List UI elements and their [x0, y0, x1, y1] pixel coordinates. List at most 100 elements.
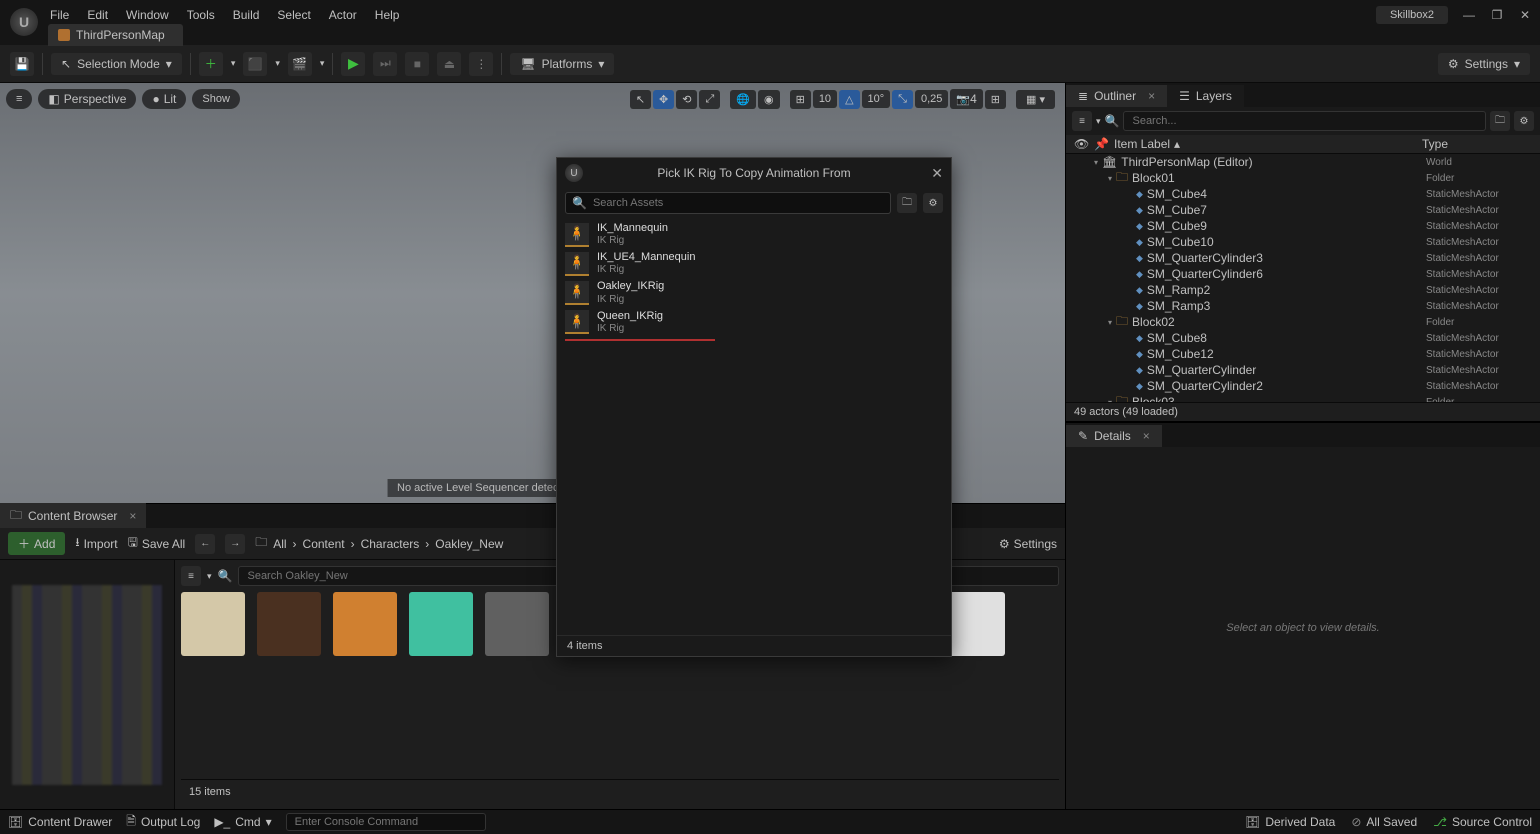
save-button[interactable]: 💾: [10, 52, 34, 76]
play-options-button[interactable]: ⋮: [469, 52, 493, 76]
tree-row[interactable]: ◆SM_QuarterCylinder6StaticMeshActor: [1066, 266, 1540, 282]
menu-tools[interactable]: Tools: [187, 8, 215, 22]
save-all-button[interactable]: 🖫 Save All: [128, 533, 186, 554]
browse-folder-button[interactable]: 🗀: [897, 193, 917, 213]
rig-item[interactable]: 🧍IK_MannequinIK Rig: [561, 220, 947, 249]
filter-button[interactable]: ≡: [181, 566, 201, 586]
output-log-button[interactable]: 🗎 Output Log: [126, 812, 200, 833]
blueprint-button[interactable]: ⬛: [243, 52, 267, 76]
chevron-down-icon[interactable]: ▾: [207, 571, 212, 582]
cinematics-button[interactable]: 🎬: [288, 52, 312, 76]
asset-item[interactable]: [257, 592, 321, 680]
asset-settings-button[interactable]: ⚙: [923, 193, 943, 213]
import-button[interactable]: ⭳ Import: [75, 533, 117, 554]
tree-row[interactable]: ◆SM_Cube8StaticMeshActor: [1066, 330, 1540, 346]
menu-build[interactable]: Build: [233, 8, 260, 22]
cb-settings-button[interactable]: ⚙ Settings: [999, 537, 1057, 551]
tree-row[interactable]: ▾🗀Block02Folder: [1066, 314, 1540, 330]
select-tool[interactable]: ↖: [630, 90, 651, 109]
asset-item[interactable]: [409, 592, 473, 680]
platforms-dropdown[interactable]: 🖥 Platforms ▾: [510, 53, 614, 75]
visibility-column-icon[interactable]: 👁: [1074, 137, 1094, 151]
perspective-dropdown[interactable]: ◧ Perspective: [38, 89, 136, 109]
source-tree-panel[interactable]: [0, 560, 175, 809]
translate-tool[interactable]: ✥: [653, 90, 674, 109]
asset-search-input[interactable]: [593, 197, 884, 209]
close-icon[interactable]: ✕: [1518, 8, 1532, 22]
grid-snap-toggle[interactable]: ⊞: [790, 90, 811, 109]
chevron-down-icon[interactable]: ▾: [231, 58, 236, 69]
tab-layers[interactable]: ☰ Layers: [1167, 85, 1244, 107]
eject-button[interactable]: ⏏: [437, 52, 461, 76]
tab-details[interactable]: ✎ Details ×: [1066, 425, 1162, 447]
menu-select[interactable]: Select: [277, 8, 310, 22]
source-control-button[interactable]: ⎇ Source Control: [1433, 815, 1532, 829]
crumb-content[interactable]: Content: [303, 537, 345, 551]
add-button[interactable]: ＋ Add: [8, 532, 65, 555]
user-badge[interactable]: Skillbox2: [1376, 6, 1448, 24]
close-tab-icon[interactable]: ×: [1143, 429, 1150, 443]
crumb-characters[interactable]: Characters: [361, 537, 420, 551]
scale-tool[interactable]: ⤢: [699, 90, 720, 109]
rig-item[interactable]: 🧍Oakley_IKRigIK Rig: [561, 278, 947, 307]
maximize-icon[interactable]: ❐: [1490, 8, 1504, 22]
menu-file[interactable]: File: [50, 8, 69, 22]
lit-dropdown[interactable]: ● Lit: [142, 89, 186, 109]
surface-snap-toggle[interactable]: ◉: [758, 90, 780, 109]
outliner-filter-button[interactable]: ≡: [1072, 111, 1092, 131]
menu-actor[interactable]: Actor: [329, 8, 357, 22]
tree-row[interactable]: ◆SM_QuarterCylinderStaticMeshActor: [1066, 362, 1540, 378]
expand-icon[interactable]: ▾: [1108, 318, 1112, 327]
content-drawer-button[interactable]: 🗄 Content Drawer: [8, 815, 112, 829]
menu-help[interactable]: Help: [375, 8, 400, 22]
history-back-button[interactable]: ←: [195, 534, 215, 554]
outliner-settings-button[interactable]: ⚙: [1514, 111, 1534, 131]
scale-snap-toggle[interactable]: ⤡: [892, 90, 913, 109]
rig-item[interactable]: 🧍Queen_IKRigIK Rig: [561, 308, 947, 337]
asset-item[interactable]: [485, 592, 549, 680]
console-command-input[interactable]: [286, 813, 486, 831]
grid-snap-value[interactable]: 10: [813, 90, 837, 108]
show-dropdown[interactable]: Show: [192, 89, 240, 109]
tree-row[interactable]: ◆SM_Ramp2StaticMeshActor: [1066, 282, 1540, 298]
skip-button[interactable]: ⏭: [373, 52, 397, 76]
pin-column-icon[interactable]: 📌: [1094, 137, 1114, 151]
chevron-down-icon[interactable]: ▾: [1096, 116, 1101, 127]
new-folder-button[interactable]: 🗀: [1490, 111, 1510, 131]
dialog-titlebar[interactable]: U Pick IK Rig To Copy Animation From ✕: [557, 158, 951, 188]
history-fwd-button[interactable]: →: [225, 534, 245, 554]
tree-row[interactable]: ◆SM_Cube12StaticMeshActor: [1066, 346, 1540, 362]
tree-row[interactable]: ◆SM_Cube10StaticMeshActor: [1066, 234, 1540, 250]
viewport-layout-button[interactable]: ⊞: [985, 90, 1006, 109]
viewport-options-button[interactable]: ≡: [6, 89, 32, 109]
tree-row[interactable]: ◆SM_Cube4StaticMeshActor: [1066, 186, 1540, 202]
asset-item[interactable]: [181, 592, 245, 680]
menu-window[interactable]: Window: [126, 8, 169, 22]
tree-row[interactable]: ▾🗀Block03Folder: [1066, 394, 1540, 402]
outliner-search-input[interactable]: [1123, 111, 1486, 131]
rotate-tool[interactable]: ⟲: [676, 90, 697, 109]
chevron-down-icon[interactable]: ▾: [320, 58, 325, 69]
asset-item[interactable]: [333, 592, 397, 680]
dialog-close-button[interactable]: ✕: [931, 165, 943, 182]
tab-thirdpersonmap[interactable]: ThirdPersonMap: [48, 24, 183, 46]
asset-search-field[interactable]: 🔍: [565, 192, 891, 214]
stop-button[interactable]: ■: [405, 52, 429, 76]
rig-list[interactable]: 🧍IK_MannequinIK Rig🧍IK_UE4_MannequinIK R…: [557, 218, 951, 635]
column-item-label[interactable]: Item Label ▴: [1114, 137, 1422, 151]
viewport-maximize-button[interactable]: ▦ ▾: [1016, 90, 1055, 109]
crumb-oakley[interactable]: Oakley_New: [435, 537, 503, 551]
angle-snap-toggle[interactable]: △: [839, 90, 859, 109]
tree-row[interactable]: ◆SM_QuarterCylinder3StaticMeshActor: [1066, 250, 1540, 266]
minimize-icon[interactable]: —: [1462, 8, 1476, 22]
angle-snap-value[interactable]: 10°: [862, 90, 891, 108]
close-tab-icon[interactable]: ×: [129, 509, 136, 523]
expand-icon[interactable]: ▾: [1094, 158, 1098, 167]
chevron-down-icon[interactable]: ▾: [275, 58, 280, 69]
tree-row[interactable]: ◆SM_Cube7StaticMeshActor: [1066, 202, 1540, 218]
tab-content-browser[interactable]: 🗀 Content Browser ×: [0, 503, 146, 530]
expand-icon[interactable]: ▾: [1108, 174, 1112, 183]
menu-edit[interactable]: Edit: [87, 8, 108, 22]
settings-dropdown[interactable]: ⚙ Settings ▾: [1438, 53, 1530, 75]
world-local-toggle[interactable]: 🌐: [730, 90, 756, 109]
